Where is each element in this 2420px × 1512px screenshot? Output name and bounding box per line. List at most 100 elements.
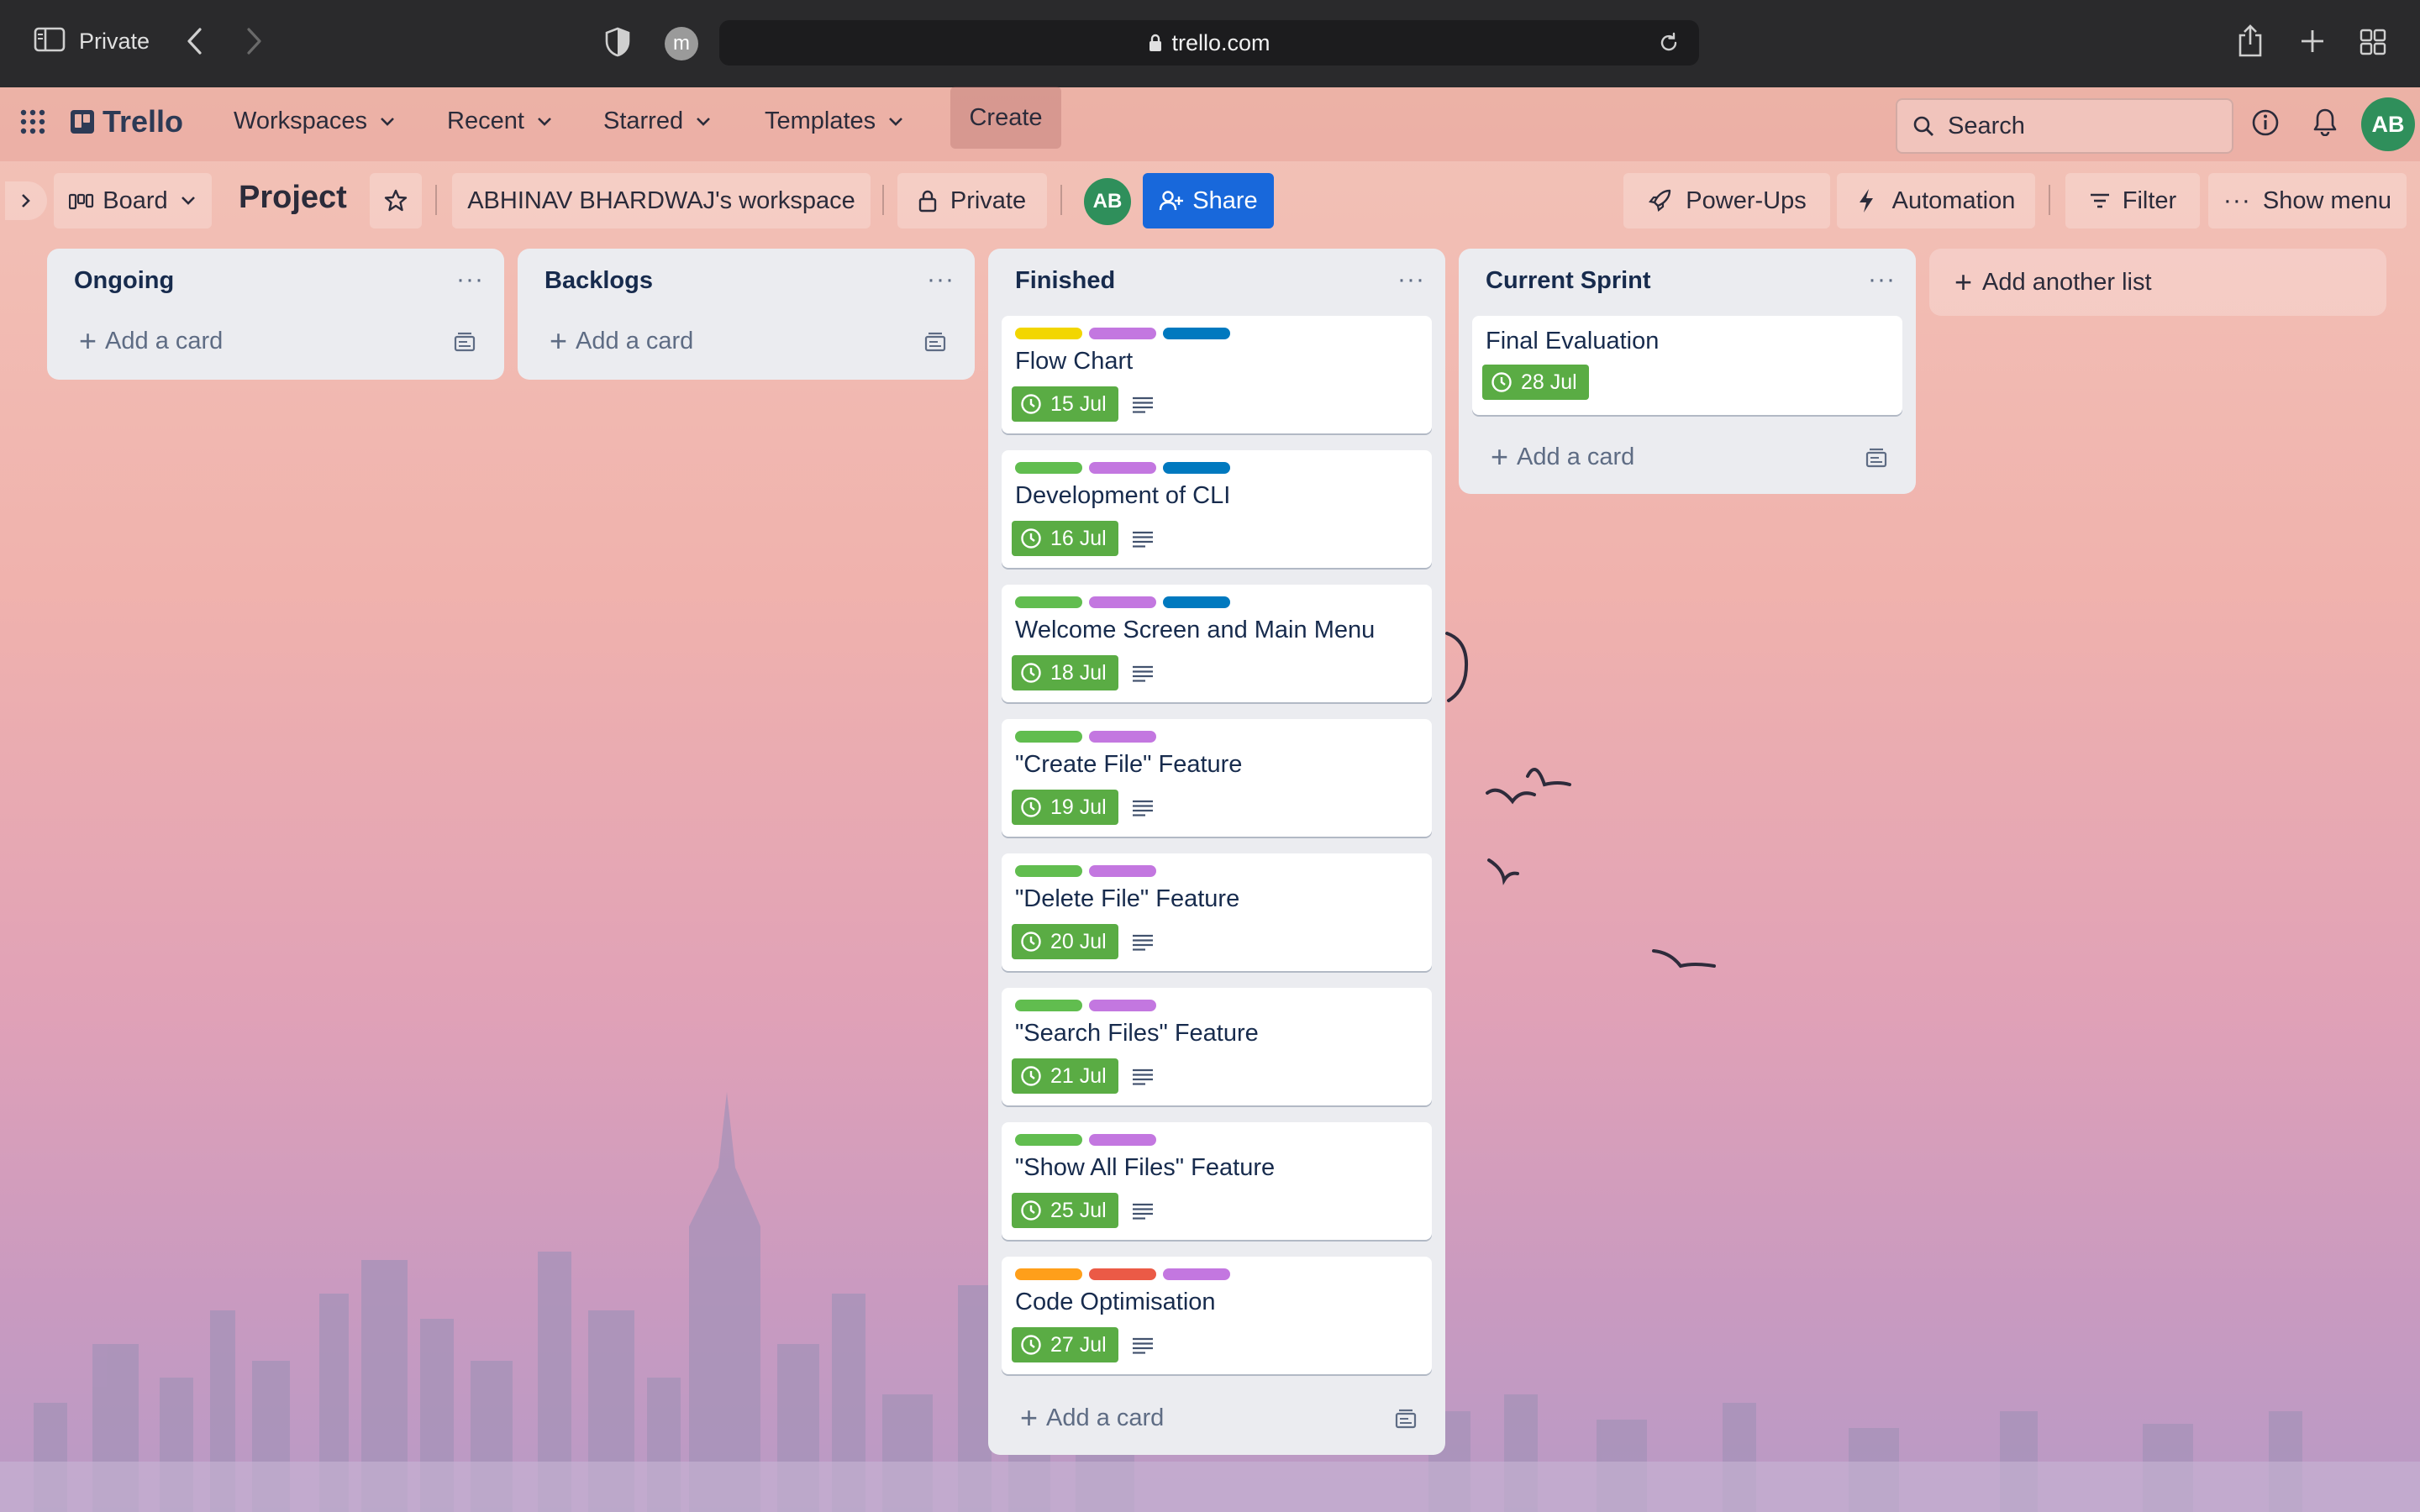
trello-logo[interactable]: Trello [71, 104, 183, 139]
info-icon[interactable] [2251, 108, 2280, 137]
address-bar[interactable]: trello.com [719, 20, 1699, 66]
clock-icon [1021, 1335, 1041, 1355]
user-avatar[interactable]: AB [2361, 97, 2415, 151]
card[interactable]: Code Optimisation 27 Jul [1002, 1257, 1432, 1374]
share-page-icon[interactable] [2237, 24, 2264, 57]
due-date-badge[interactable]: 21 Jul [1012, 1058, 1118, 1094]
label-blue[interactable] [1163, 462, 1230, 474]
label-purple[interactable] [1163, 1268, 1230, 1280]
filter-button[interactable]: Filter [2065, 173, 2200, 228]
label-blue[interactable] [1163, 328, 1230, 339]
app-switcher-icon[interactable] [20, 109, 45, 134]
star-board-button[interactable] [370, 173, 422, 228]
label-orange[interactable] [1015, 1268, 1082, 1280]
clock-icon [1021, 528, 1041, 549]
label-green[interactable] [1015, 462, 1082, 474]
tab-overview-icon[interactable] [2360, 29, 2386, 55]
nav-recent-label: Recent [447, 108, 524, 134]
due-date-badge[interactable]: 27 Jul [1012, 1327, 1118, 1362]
nav-templates[interactable]: Templates [765, 108, 904, 135]
card[interactable]: "Show All Files" Feature 25 Jul [1002, 1122, 1432, 1240]
list-menu-icon[interactable]: ··· [1868, 265, 1896, 294]
due-date-badge[interactable]: 25 Jul [1012, 1193, 1118, 1228]
card[interactable]: Welcome Screen and Main Menu 18 Jul [1002, 585, 1432, 702]
shield-icon[interactable] [605, 27, 630, 57]
card[interactable]: "Delete File" Feature 20 Jul [1002, 853, 1432, 971]
due-date-badge[interactable]: 16 Jul [1012, 521, 1118, 556]
label-green[interactable] [1015, 731, 1082, 743]
card[interactable]: "Create File" Feature 19 Jul [1002, 719, 1432, 837]
card-template-icon[interactable] [1865, 447, 1887, 475]
add-card-button[interactable]: + Add a card [1008, 1393, 1425, 1443]
label-purple[interactable] [1089, 1000, 1156, 1011]
due-date-badge[interactable]: 20 Jul [1012, 924, 1118, 959]
label-green[interactable] [1015, 1000, 1082, 1011]
card-labels [1015, 328, 1230, 339]
label-purple[interactable] [1089, 1134, 1156, 1146]
label-purple[interactable] [1089, 731, 1156, 743]
search-input[interactable]: Search [1896, 98, 2233, 154]
card[interactable]: Development of CLI 16 Jul [1002, 450, 1432, 568]
share-button[interactable]: Share [1143, 173, 1274, 228]
board-title[interactable]: Project [239, 180, 347, 216]
add-card-button[interactable]: + Add a card [1479, 432, 1896, 482]
board-member-avatar[interactable]: AB [1084, 178, 1131, 225]
due-date-text: 16 Jul [1050, 526, 1107, 550]
forward-icon[interactable] [244, 27, 264, 55]
reload-icon[interactable] [1657, 31, 1681, 55]
sidebar-toggle-icon[interactable] [34, 27, 66, 52]
nav-recent[interactable]: Recent [447, 108, 553, 135]
show-menu-button[interactable]: ··· Show menu [2208, 173, 2407, 228]
due-date-text: 27 Jul [1050, 1332, 1107, 1357]
list-menu-icon[interactable]: ··· [1397, 265, 1425, 294]
add-list-button[interactable]: + Add another list [1929, 249, 2386, 316]
due-date-badge[interactable]: 18 Jul [1012, 655, 1118, 690]
list-title[interactable]: Backlogs [544, 267, 653, 295]
back-icon[interactable] [185, 27, 205, 55]
divider [435, 185, 437, 215]
card-template-icon[interactable] [454, 331, 476, 359]
create-button[interactable]: Create [950, 87, 1061, 149]
label-green[interactable] [1015, 596, 1082, 608]
label-red[interactable] [1089, 1268, 1156, 1280]
card-title: Flow Chart [1015, 348, 1134, 375]
label-purple[interactable] [1089, 462, 1156, 474]
list-title[interactable]: Current Sprint [1486, 267, 1651, 295]
card[interactable]: Flow Chart 15 Jul [1002, 316, 1432, 433]
label-green[interactable] [1015, 865, 1082, 877]
label-purple[interactable] [1089, 596, 1156, 608]
description-icon [1132, 665, 1154, 686]
workspace-button[interactable]: ABHINAV BHARDWAJ's workspace [452, 173, 871, 228]
label-purple[interactable] [1089, 865, 1156, 877]
new-tab-icon[interactable] [2300, 29, 2325, 54]
label-blue[interactable] [1163, 596, 1230, 608]
due-date-badge[interactable]: 15 Jul [1012, 386, 1118, 422]
profile-avatar[interactable]: m [665, 27, 698, 60]
visibility-button[interactable]: Private [897, 173, 1047, 228]
list-title[interactable]: Ongoing [74, 267, 174, 295]
label-purple[interactable] [1089, 328, 1156, 339]
list-title[interactable]: Finished [1015, 267, 1115, 295]
card-template-icon[interactable] [1395, 1408, 1417, 1436]
add-card-button[interactable]: + Add a card [67, 316, 484, 366]
nav-workspaces[interactable]: Workspaces [234, 108, 396, 135]
power-ups-button[interactable]: Power-Ups [1623, 173, 1830, 228]
card-template-icon[interactable] [924, 331, 946, 359]
add-card-button[interactable]: + Add a card [538, 316, 955, 366]
label-green[interactable] [1015, 1134, 1082, 1146]
search-placeholder: Search [1948, 112, 2025, 139]
label-yellow[interactable] [1015, 328, 1082, 339]
automation-button[interactable]: Automation [1837, 173, 2035, 228]
list-menu-icon[interactable]: ··· [927, 265, 955, 294]
trello-logo-text: Trello [103, 104, 184, 139]
due-date-badge[interactable]: 28 Jul [1482, 365, 1589, 400]
card[interactable]: Final Evaluation 28 Jul [1472, 316, 1902, 415]
due-date-badge[interactable]: 19 Jul [1012, 790, 1118, 825]
list-menu-icon[interactable]: ··· [456, 265, 484, 294]
chevron-down-icon [697, 117, 711, 126]
nav-starred[interactable]: Starred [603, 108, 712, 135]
board-view-switcher[interactable]: Board [54, 173, 212, 228]
sidebar-expand-button[interactable] [5, 181, 47, 220]
card[interactable]: "Search Files" Feature 21 Jul [1002, 988, 1432, 1105]
notifications-bell-icon[interactable] [2312, 108, 2338, 136]
